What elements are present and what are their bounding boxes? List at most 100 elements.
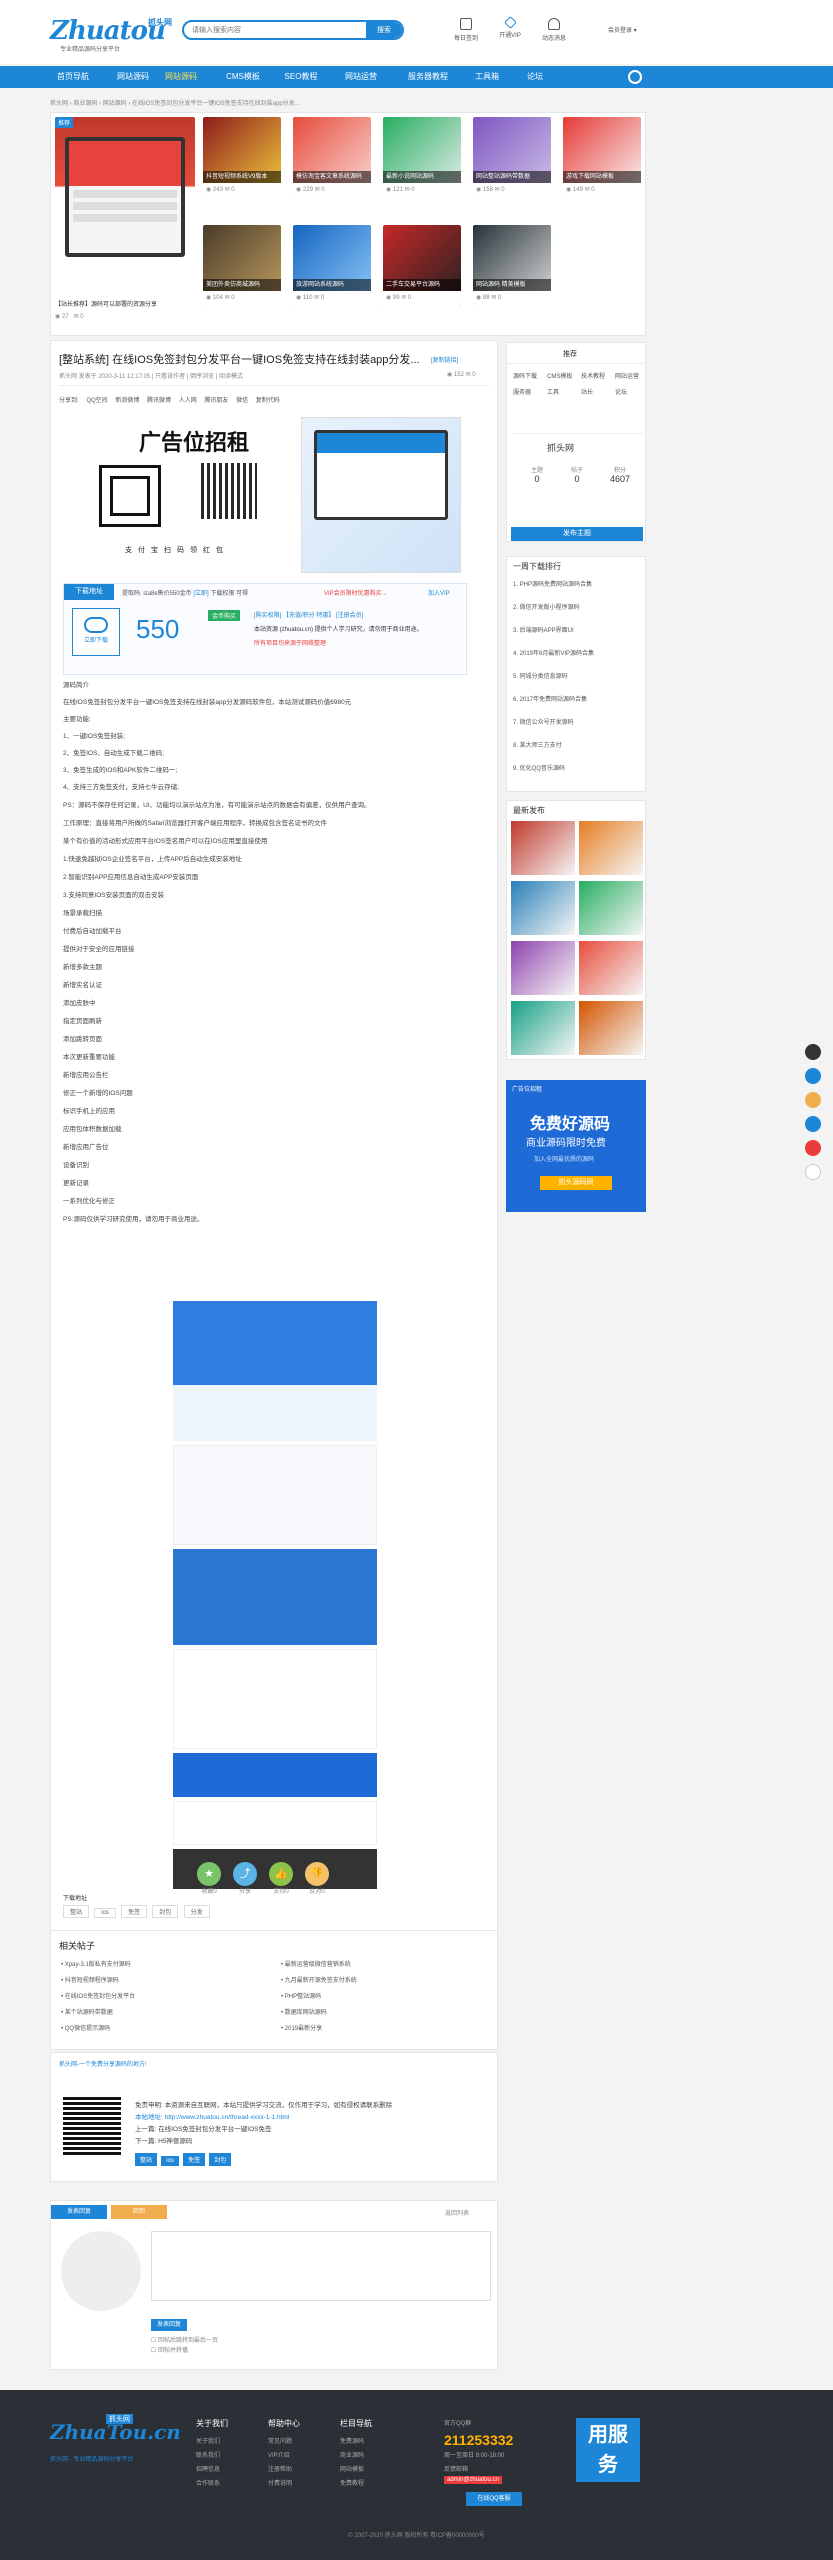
sidebar-grid-item[interactable]: 论坛 <box>615 387 627 396</box>
sidebar-ad-button[interactable]: 抓头源码网 <box>540 1176 612 1190</box>
user-icon[interactable] <box>805 1044 821 1060</box>
share-qzone[interactable]: QQ空间 <box>86 398 107 404</box>
reply-button-top[interactable]: 发表回复 <box>51 2205 107 2219</box>
buy-link[interactable]: [立即] <box>193 591 208 597</box>
nav-item-source[interactable]: 网站源码 <box>110 66 156 88</box>
favorite-button[interactable]: ★ 收藏0 <box>196 1862 222 1895</box>
footer-col-link[interactable]: 常见问题 <box>268 2436 292 2445</box>
vip-button[interactable]: 开通VIP <box>490 16 530 39</box>
new-thumb[interactable] <box>511 941 575 995</box>
rank-item[interactable]: 4. 2019年6月最新VIP源码合集 <box>513 648 641 657</box>
rank-item[interactable]: 7. 微信公众号开发源码 <box>513 717 641 726</box>
related-item[interactable]: • 2019最新分享 <box>281 2023 491 2032</box>
related-item[interactable]: • 抖音短视频程序源码 <box>61 1975 271 1984</box>
diamond-icon[interactable] <box>805 1116 821 1132</box>
nav-item-source-active[interactable]: 网站源码 <box>158 66 204 88</box>
footer-col-link[interactable]: 付费说明 <box>268 2478 292 2487</box>
footer-col-link[interactable]: 网站模板 <box>340 2464 364 2473</box>
share-tencent[interactable]: 腾讯微博 <box>147 398 171 404</box>
footer-col-link[interactable]: VIP介绍 <box>268 2450 290 2459</box>
support-button[interactable]: 👍 支持0 <box>268 1862 294 1895</box>
thumb-card[interactable]: 最新小说网站源码 ◉ 121 ✉ 0 <box>383 117 461 197</box>
tag[interactable]: 整站 <box>135 2153 158 2166</box>
footer-col-link[interactable]: 联系我们 <box>196 2450 220 2459</box>
reply-option1[interactable]: ☐ 回帖后跳转到最后一页 <box>151 2335 218 2344</box>
checkin-button[interactable]: 每日签到 <box>446 18 486 42</box>
oppose-button[interactable]: 👎 反对0 <box>304 1862 330 1895</box>
thumb-card[interactable]: 旅游网站系统源码 ◉ 110 ✉ 0 <box>293 225 371 305</box>
tag[interactable]: 封包 <box>209 2153 232 2166</box>
ad-block[interactable]: 广告位招租 支付宝扫码领红包 <box>89 415 287 573</box>
search-input[interactable] <box>184 22 334 38</box>
related-item[interactable]: • 数据库网站源码 <box>281 2007 491 2016</box>
thumb-card[interactable]: 游戏下载网站模板 ◉ 149 ✉ 0 <box>563 117 641 197</box>
related-item[interactable]: • 在线IOS免签封包分发平台 <box>61 1991 271 2000</box>
up-icon[interactable] <box>805 1164 821 1180</box>
new-thumb[interactable] <box>511 1001 575 1055</box>
rank-item[interactable]: 9. 优化QQ音乐源码 <box>513 763 641 772</box>
new-thumb[interactable] <box>511 821 575 875</box>
nav-item-ops[interactable]: 网站运营 <box>338 66 384 88</box>
search-button[interactable]: 搜索 <box>366 22 402 38</box>
new-thumb[interactable] <box>511 881 575 935</box>
footer-col-link[interactable]: 合作联系 <box>196 2478 220 2487</box>
thumb-card[interactable]: 抖音短视频系统V9版本 ◉ 243 ✉ 0 <box>203 117 281 197</box>
copyright-line3[interactable]: 上一篇: 在线IOS免签封包分发平台一键IOS免签 <box>135 2125 485 2134</box>
related-item[interactable]: • Xpay-3.1版私有支付源码 <box>61 1959 271 1968</box>
sidebar-grid-item[interactable]: 工具 <box>547 387 559 396</box>
sidebar-grid-item[interactable]: 技术教程 <box>581 371 605 380</box>
thumb-card[interactable]: 美团外卖仿商城源码 ◉ 104 ✉ 0 <box>203 225 281 305</box>
sidebar-tab[interactable]: 推荐 <box>563 349 577 359</box>
tag[interactable]: 整站 <box>63 1905 90 1918</box>
sidebar-ad[interactable]: 广告位招租 免费好源码 商业源码限时免费 加入全网最优质的源码 抓头源码网 <box>506 1080 646 1212</box>
nav-item-home[interactable]: 首页导航 <box>50 66 96 88</box>
thumb-card[interactable]: 二手车交易平台源码 ◉ 99 ✉ 0 <box>383 225 461 305</box>
download-button[interactable]: 立即下载 <box>72 608 120 656</box>
featured-caption[interactable]: 【站长推荐】源码可以部署的资源分享 <box>55 299 195 308</box>
download-tab[interactable]: 下载地址 <box>64 584 114 600</box>
share-wechat[interactable]: 微信 <box>236 398 248 404</box>
footer-col-link[interactable]: 商业源码 <box>340 2450 364 2459</box>
thumb-card[interactable]: 模仿淘宝客文章系统源码 ◉ 229 ✉ 0 <box>293 117 371 197</box>
rank-item[interactable]: 1. PHP源码免费网站源码合集 <box>513 579 641 588</box>
thumb-card[interactable]: 网站整站源码带数据 ◉ 158 ✉ 0 <box>473 117 551 197</box>
footer-col-link[interactable]: 关于我们 <box>196 2436 220 2445</box>
share-button[interactable]: ⤴ 分享 <box>232 1862 258 1895</box>
qq-service-button[interactable]: 在线QQ客服 <box>466 2492 522 2506</box>
rank-item[interactable]: 3. 后端源码APP界面UI <box>513 625 641 634</box>
weibo-icon[interactable] <box>805 1140 821 1156</box>
settings-icon[interactable] <box>628 70 642 84</box>
notify-button[interactable]: 动态消息 <box>534 18 574 42</box>
tag[interactable]: ios <box>94 1908 116 1918</box>
email-value[interactable]: admin@zhuatou.cn <box>444 2476 502 2484</box>
back-list-link[interactable]: 返回列表 <box>445 2208 469 2217</box>
related-item[interactable]: • QQ微信提示源码 <box>61 2023 271 2032</box>
sidebar-grid-item[interactable]: 源码下载 <box>513 371 537 380</box>
vip-note[interactable]: VIP会员限时优惠购买→ <box>324 588 388 597</box>
nav-item-cms[interactable]: CMS模板 <box>220 66 266 88</box>
reply-textarea[interactable] <box>151 2231 491 2301</box>
reply-option2[interactable]: ☐ 回帖并转播 <box>151 2345 188 2354</box>
nav-item-tools[interactable]: 工具箱 <box>464 66 510 88</box>
footer-col-link[interactable]: 招聘信息 <box>196 2464 220 2473</box>
nav-item-seo[interactable]: SEO教程 <box>278 66 324 88</box>
featured-main[interactable]: 推荐 <box>55 117 195 313</box>
footer-col-link[interactable]: 注册帮助 <box>268 2464 292 2473</box>
sidebar-grid-item[interactable]: 站长 <box>581 387 593 396</box>
copy-link[interactable]: [复制链接] <box>431 355 458 364</box>
share-copy[interactable]: 复制代码 <box>256 398 280 404</box>
nav-item-forum[interactable]: 论坛 <box>512 66 558 88</box>
related-item[interactable]: • PHP整站源码 <box>281 1991 491 2000</box>
tag[interactable]: ios <box>161 2156 179 2166</box>
login-link[interactable]: 会员登录 ▾ <box>608 25 637 34</box>
copyright-line4[interactable]: 下一篇: H5神兽源码 <box>135 2137 485 2146</box>
footer-col-link[interactable]: 免费源码 <box>340 2436 364 2445</box>
rank-item[interactable]: 8. 某大师三方支付 <box>513 740 641 749</box>
new-thumb[interactable] <box>579 821 643 875</box>
rank-item[interactable]: 6. 2017年免费网站源码合集 <box>513 694 641 703</box>
tag[interactable]: 封包 <box>152 1905 179 1918</box>
footer-col-link[interactable]: 免费教程 <box>340 2478 364 2487</box>
new-thumb[interactable] <box>579 941 643 995</box>
sidebar-grid-item[interactable]: 网站运营 <box>615 371 639 380</box>
nav-item-server[interactable]: 服务器教程 <box>400 66 456 88</box>
